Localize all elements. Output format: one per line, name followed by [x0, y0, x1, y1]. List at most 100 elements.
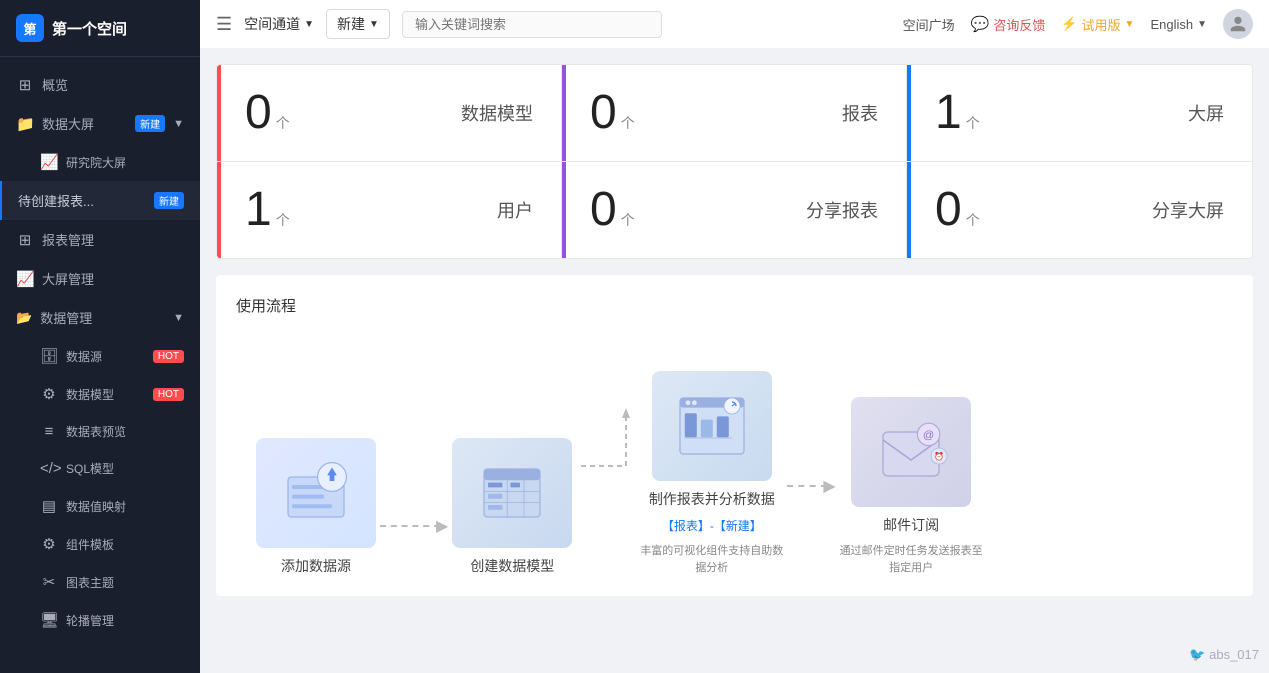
lang-label: English: [1150, 17, 1193, 32]
consult-link[interactable]: 💬 咨询反馈: [971, 15, 1046, 34]
channel-chevron-icon: ▼: [304, 19, 314, 30]
sidebar-item-overview[interactable]: ⊞ 概览: [0, 65, 200, 104]
list-icon: ≡: [40, 423, 58, 440]
header-channel[interactable]: 空间通道 ▼: [244, 14, 314, 34]
sidebar-label-research-screen: 研究院大屏: [66, 154, 184, 171]
flow-step-make-report: 制作报表并分析数据 【报表】-【新建】 丰富的可视化组件支持自助数据分析: [640, 371, 783, 576]
stat-card-screen: 1 个 大屏: [907, 65, 1252, 162]
chart-icon-svg: [672, 386, 752, 466]
flow-step-create-model: 创建数据模型: [452, 438, 572, 576]
sidebar-label-overview: 概览: [42, 75, 184, 94]
stat-label-share-screen: 分享大屏: [1152, 197, 1224, 223]
stat-label-report: 报表: [842, 100, 878, 126]
sidebar-item-pending[interactable]: 待创建报表... 新建: [0, 181, 200, 220]
stat-num-share-screen: 0: [935, 186, 962, 234]
stat-unit-screen: 个: [966, 113, 980, 133]
code-icon: </>: [40, 460, 58, 477]
new-badge-data-screen[interactable]: 新建: [135, 115, 165, 132]
sidebar-label-carousel-mgmt: 轮播管理: [66, 612, 184, 629]
sidebar-label-component-template: 组件模板: [66, 536, 184, 553]
logo-badge: 第: [16, 14, 44, 42]
stat-num-screen: 1: [935, 89, 962, 137]
flow-arrow-2: [572, 396, 640, 476]
stat-num-data-model: 0: [245, 89, 272, 137]
main-wrapper: ☰ 空间通道 ▼ 新建 ▼ 空间广场 💬 咨询反馈 ⚡ 试用版 ▼ Englis…: [200, 0, 1269, 673]
stat-number-share-report: 0 个: [590, 186, 635, 234]
stat-number-report: 0 个: [590, 89, 635, 137]
stats-grid: 0 个 数据模型 0 个 报表 1 个 大屏: [216, 64, 1253, 259]
email-illustration: @ ⏰: [851, 397, 971, 507]
search-input[interactable]: [402, 11, 662, 38]
sidebar-label-data-screen: 数据大屏: [42, 114, 127, 133]
stat-unit-share-report: 个: [621, 210, 635, 230]
stat-unit-share-screen: 个: [966, 210, 980, 230]
curved-arrow-icon: [576, 396, 636, 476]
sidebar-item-data-screen[interactable]: 📁 数据大屏 新建 ▼: [0, 104, 200, 143]
lightning-icon: ⚡: [1061, 16, 1077, 32]
flow-arrow-3: ▶: [783, 476, 839, 496]
mail-icon-svg: @ ⏰: [871, 412, 951, 492]
component-icon: ⚙: [40, 535, 58, 553]
stat-card-share-screen: 0 个 分享大屏: [907, 162, 1252, 258]
new-label: 新建: [337, 14, 365, 34]
sidebar-item-data-source[interactable]: 🗄 数据源 HOT: [0, 337, 200, 375]
create-model-illustration: [452, 438, 572, 548]
sidebar-item-chart-theme[interactable]: ✂ 图表主题: [0, 563, 200, 601]
lang-select[interactable]: English ▼: [1150, 17, 1207, 32]
stat-num-report: 0: [590, 89, 617, 137]
flow-step-email: @ ⏰ 邮件订阅 通过邮件定时任务发送报表至指定用户: [840, 397, 983, 576]
sidebar-item-screen-mgmt[interactable]: 📈 大屏管理: [0, 259, 200, 298]
new-badge-pending[interactable]: 新建: [154, 192, 184, 209]
sidebar-item-data-model[interactable]: ⚙ 数据模型 HOT: [0, 375, 200, 413]
sidebar-item-research-screen[interactable]: 📈 研究院大屏: [0, 143, 200, 181]
hot-badge-data-source: HOT: [153, 350, 184, 363]
space-market-link[interactable]: 空间广场: [903, 15, 955, 34]
sidebar-label-screen-mgmt: 大屏管理: [42, 269, 184, 288]
watermark: 🐦 abs_017: [1189, 647, 1259, 663]
chart-line-icon: 📈: [40, 153, 58, 171]
channel-label: 空间通道: [244, 14, 300, 34]
sidebar-item-data-table-preview[interactable]: ≡ 数据表预览: [0, 413, 200, 450]
sidebar-label-sql-model: SQL模型: [66, 460, 184, 477]
make-report-illustration: [652, 371, 772, 481]
trial-link[interactable]: ⚡ 试用版 ▼: [1061, 15, 1134, 34]
user-avatar[interactable]: [1223, 9, 1253, 39]
arrow-head-1: ▶: [436, 516, 448, 536]
sidebar-label-pending: 待创建报表...: [18, 191, 146, 210]
chat-icon: 💬: [971, 15, 990, 33]
stat-number-share-screen: 0 个: [935, 186, 980, 234]
screen-icon: 🖥: [40, 611, 58, 629]
flow-step-add-source: 添加数据源: [256, 438, 376, 576]
stat-unit-report: 个: [621, 113, 635, 133]
sidebar-item-report-mgmt[interactable]: ⊞ 报表管理: [0, 220, 200, 259]
sidebar-label-data-model: 数据模型: [66, 386, 141, 403]
sidebar: 第 第一个空间 ⊞ 概览 📁 数据大屏 新建 ▼ 📈 研究院大屏 待创建报表..…: [0, 0, 200, 673]
flow-step-label-add-source: 添加数据源: [281, 556, 351, 576]
menu-icon[interactable]: ☰: [216, 14, 232, 35]
header: ☰ 空间通道 ▼ 新建 ▼ 空间广场 💬 咨询反馈 ⚡ 试用版 ▼ Englis…: [200, 0, 1269, 48]
folder-icon: 📁: [16, 115, 34, 133]
sidebar-label-report-mgmt: 报表管理: [42, 230, 184, 249]
sidebar-item-carousel-mgmt[interactable]: 🖥 轮播管理: [0, 601, 200, 639]
sidebar-label-chart-theme: 图表主题: [66, 574, 184, 591]
grid-icon: ⊞: [16, 76, 34, 94]
monitor-icon: 📈: [16, 270, 34, 288]
svg-text:@: @: [923, 429, 934, 441]
sidebar-label-data-table-preview: 数据表预览: [66, 423, 184, 440]
sidebar-item-data-mgmt[interactable]: 📂 数据管理 ▼: [0, 298, 200, 337]
new-chevron-icon: ▼: [369, 19, 379, 30]
stat-card-report: 0 个 报表: [562, 65, 907, 162]
stat-number-data-model: 0 个: [245, 89, 290, 137]
database-icon: 🗄: [40, 347, 58, 365]
sidebar-label-data-mgmt: 数据管理: [40, 308, 92, 327]
sidebar-item-component-template[interactable]: ⚙ 组件模板: [0, 525, 200, 563]
stat-number-user: 1 个: [245, 186, 290, 234]
sidebar-item-data-value-map[interactable]: ▤ 数据值映射: [0, 487, 200, 525]
header-new-button[interactable]: 新建 ▼: [326, 9, 390, 39]
chevron-icon-data-mgmt: ▼: [173, 312, 184, 324]
stat-card-share-report: 0 个 分享报表: [562, 162, 907, 258]
user-icon: [1229, 15, 1247, 33]
trial-chevron-icon: ▼: [1125, 19, 1135, 30]
sidebar-logo[interactable]: 第 第一个空间: [0, 0, 200, 57]
sidebar-item-sql-model[interactable]: </> SQL模型: [0, 450, 200, 487]
